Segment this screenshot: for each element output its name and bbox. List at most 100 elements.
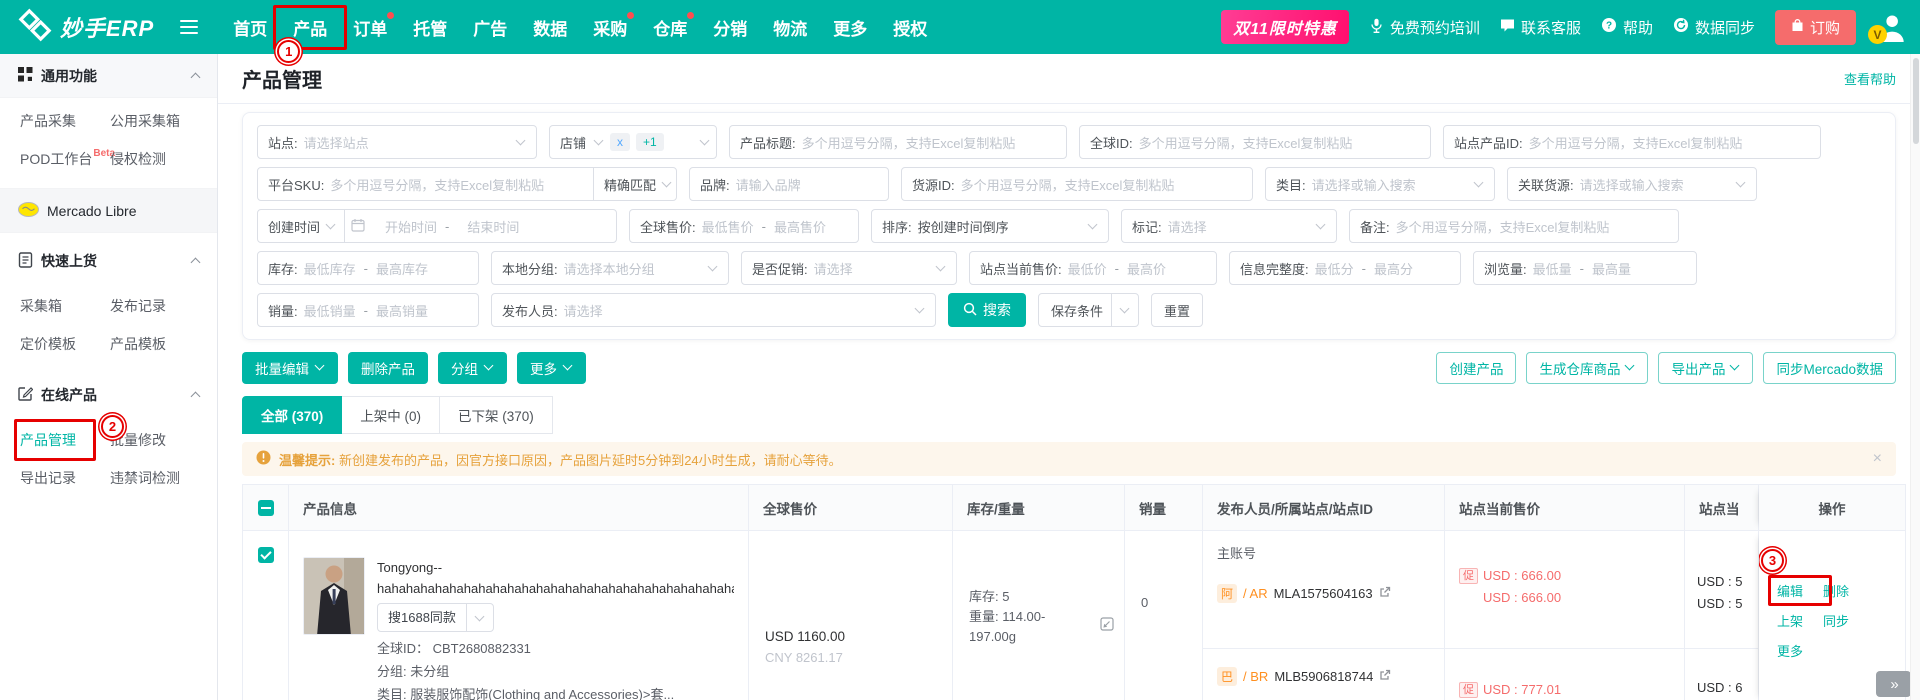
local-group-select[interactable]: 本地分组: 请选择本地分组 (491, 251, 729, 285)
sidebar-item-product-collect[interactable]: 产品采集 (0, 102, 104, 140)
promo-select[interactable]: 是否促销: 请选择 (741, 251, 957, 285)
sort-select[interactable]: 排序: 按创建时间倒序 (871, 209, 1109, 243)
product-title-line2[interactable]: hahahahahahahahahahahahahahahahahahahaha… (377, 578, 734, 599)
stock-range[interactable]: 库存: 最低库存 - 最高库存 (257, 251, 479, 285)
close-icon[interactable]: × (1873, 450, 1882, 468)
site-price-range[interactable]: 站点当前售价: 最低价 - 最高价 (969, 251, 1217, 285)
nav-item-purchase[interactable]: 采购 (580, 9, 640, 46)
nav-item-more[interactable]: 更多 (820, 9, 880, 46)
tab-delisted[interactable]: 已下架 (370) (440, 396, 553, 434)
search-button[interactable]: 搜索 (948, 293, 1026, 327)
sync-mercado-button[interactable]: 同步Mercado数据 (1763, 352, 1896, 384)
product-title-line1[interactable]: Tongyong-- (377, 557, 734, 578)
sidebar-section-quick-listing[interactable]: 快速上货 (0, 239, 217, 283)
row-checkbox[interactable] (257, 547, 274, 563)
category-select[interactable]: 类目: 请选择或输入搜索 (1265, 167, 1495, 201)
sales-range[interactable]: 销量: 最低销量 - 最高销量 (257, 293, 479, 327)
nav-item-logistics[interactable]: 物流 (760, 9, 820, 46)
training-link[interactable]: 免费预约培训 (1369, 17, 1480, 38)
sidebar-item-product-template[interactable]: 产品模板 (104, 325, 217, 363)
site-id-link[interactable]: MLB5906818744 (1274, 669, 1373, 684)
scrollbar-thumb[interactable] (1913, 58, 1919, 144)
sidebar-item-pod-workbench[interactable]: POD工作台 Beta (0, 140, 115, 178)
chevron-up-icon[interactable] (191, 71, 201, 81)
sidebar-item-product-management[interactable]: 产品管理 2 (0, 415, 124, 461)
sidebar-section-mercado[interactable]: Mercado Libre (0, 189, 217, 233)
site-select[interactable]: 站点: 请选择站点 (257, 125, 537, 159)
scroll-right-button[interactable]: » (1876, 671, 1911, 697)
nav-item-auth[interactable]: 授权 (880, 9, 940, 46)
sync-link[interactable]: 同步 (1823, 611, 1869, 630)
generate-warehouse-button[interactable]: 生成仓库商品 (1526, 352, 1649, 384)
sidebar-section-online-products[interactable]: 在线产品 (0, 373, 217, 417)
exact-match-select[interactable]: 精确匹配 (592, 168, 676, 200)
mark-select[interactable]: 标记: 请选择 (1121, 209, 1337, 243)
site-product-id-input[interactable]: 站点产品ID: 多个用逗号分隔，支持Excel复制粘贴 (1443, 125, 1821, 159)
order-button[interactable]: 订购 (1774, 9, 1856, 45)
sidebar-item-pricing-template[interactable]: 定价模板 (0, 325, 104, 363)
nav-item-orders[interactable]: 订单 (340, 9, 400, 46)
platform-sku-input[interactable]: 平台SKU: 多个用逗号分隔，支持Excel复制粘贴 精确匹配 (257, 167, 677, 201)
sidebar-item-public-collect-box[interactable]: 公用采集箱 (104, 102, 217, 140)
external-link-icon[interactable] (1379, 669, 1391, 684)
source-id-input[interactable]: 货源ID: 多个用逗号分隔，支持Excel复制粘贴 (901, 167, 1253, 201)
reset-button[interactable]: 重置 (1151, 293, 1204, 327)
nav-item-data[interactable]: 数据 (520, 9, 580, 46)
global-price-range[interactable]: 全球售价: 最低售价 - 最高售价 (629, 209, 859, 243)
vertical-scrollbar[interactable] (1910, 54, 1920, 700)
nav-item-home[interactable]: 首页 (220, 9, 280, 46)
site-id-link[interactable]: MLA1575604163 (1274, 586, 1373, 601)
contact-support-link[interactable]: 联系客服 (1500, 17, 1581, 38)
help-link-nav[interactable]: ? 帮助 (1601, 17, 1653, 38)
nav-item-product[interactable]: 产品 1 (273, 4, 348, 63)
product-title-input[interactable]: 产品标题: 多个用逗号分隔，支持Excel复制粘贴 (729, 125, 1067, 159)
sidebar-item-banned-words[interactable]: 违禁词检测 (104, 459, 217, 497)
external-link-icon[interactable] (1379, 586, 1391, 601)
edit-weight-icon[interactable] (1100, 617, 1114, 637)
promo-badge[interactable]: 双11限时特惠 (1221, 10, 1349, 44)
search-1688-button[interactable]: 搜1688同款 (377, 603, 494, 632)
tab-all[interactable]: 全部 (370) (242, 396, 343, 434)
more-actions-button[interactable]: 更多 (517, 352, 586, 384)
save-condition-button[interactable]: 保存条件 (1038, 293, 1140, 327)
sidebar-item-export-records[interactable]: 导出记录 (0, 459, 104, 497)
chevron-up-icon[interactable] (191, 390, 201, 400)
time-type-select[interactable]: 创建时间 (258, 210, 346, 242)
sidebar-section-common[interactable]: 通用功能 (0, 54, 217, 98)
nav-item-distribution[interactable]: 分销 (700, 9, 760, 46)
sidebar-item-publish-records[interactable]: 发布记录 (104, 287, 217, 325)
menu-collapse-icon[interactable] (180, 16, 199, 38)
chevron-up-icon[interactable] (191, 256, 201, 266)
view-help-link[interactable]: 查看帮助 (1844, 69, 1896, 88)
select-all-checkbox[interactable] (257, 499, 274, 516)
group-button[interactable]: 分组 (438, 352, 507, 384)
product-image[interactable] (303, 557, 365, 635)
remark-input[interactable]: 备注: 多个用逗号分隔，支持Excel复制粘贴 (1349, 209, 1679, 243)
create-product-button[interactable]: 创建产品 (1436, 352, 1517, 384)
views-range[interactable]: 浏览量: 最低量 - 最高量 (1473, 251, 1697, 285)
nav-item-hosting[interactable]: 托管 (400, 9, 460, 46)
completeness-range[interactable]: 信息完整度: 最低分 - 最高分 (1229, 251, 1461, 285)
data-sync-link[interactable]: 数据同步 (1673, 17, 1755, 38)
sidebar-item-infringement-check[interactable]: 侵权检测 (104, 140, 217, 178)
delete-products-button[interactable]: 删除产品 (348, 352, 428, 384)
more-link[interactable]: 更多 (1777, 641, 1823, 660)
brand-input[interactable]: 品牌: 请输入品牌 (689, 167, 889, 201)
delete-link[interactable]: 删除 (1823, 581, 1869, 600)
publisher-select[interactable]: 发布人员: 请选择 (491, 293, 936, 327)
export-products-button[interactable]: 导出产品 (1658, 352, 1754, 384)
shop-tag-more[interactable]: +1 (636, 133, 664, 151)
shop-select[interactable]: 店铺 x +1 (549, 125, 717, 159)
user-avatar[interactable]: V (1868, 12, 1906, 44)
global-id-input[interactable]: 全球ID: 多个用逗号分隔，支持Excel复制粘贴 (1079, 125, 1431, 159)
date-range-picker[interactable]: 创建时间 开始时间 - 结束时间 (257, 209, 617, 243)
nav-item-ads[interactable]: 广告 (460, 9, 520, 46)
tab-listed[interactable]: 上架中 (0) (342, 396, 441, 434)
bulk-edit-button[interactable]: 批量编辑 (242, 352, 338, 384)
edit-link[interactable]: 编辑 (1777, 584, 1803, 599)
nav-item-warehouse[interactable]: 仓库 (640, 9, 700, 46)
related-source-select[interactable]: 关联货源: 请选择或输入搜索 (1507, 167, 1757, 201)
sidebar-item-collect-box[interactable]: 采集箱 (0, 287, 104, 325)
list-link[interactable]: 上架 (1777, 611, 1823, 630)
app-logo[interactable]: 妙手ERP (18, 8, 154, 47)
